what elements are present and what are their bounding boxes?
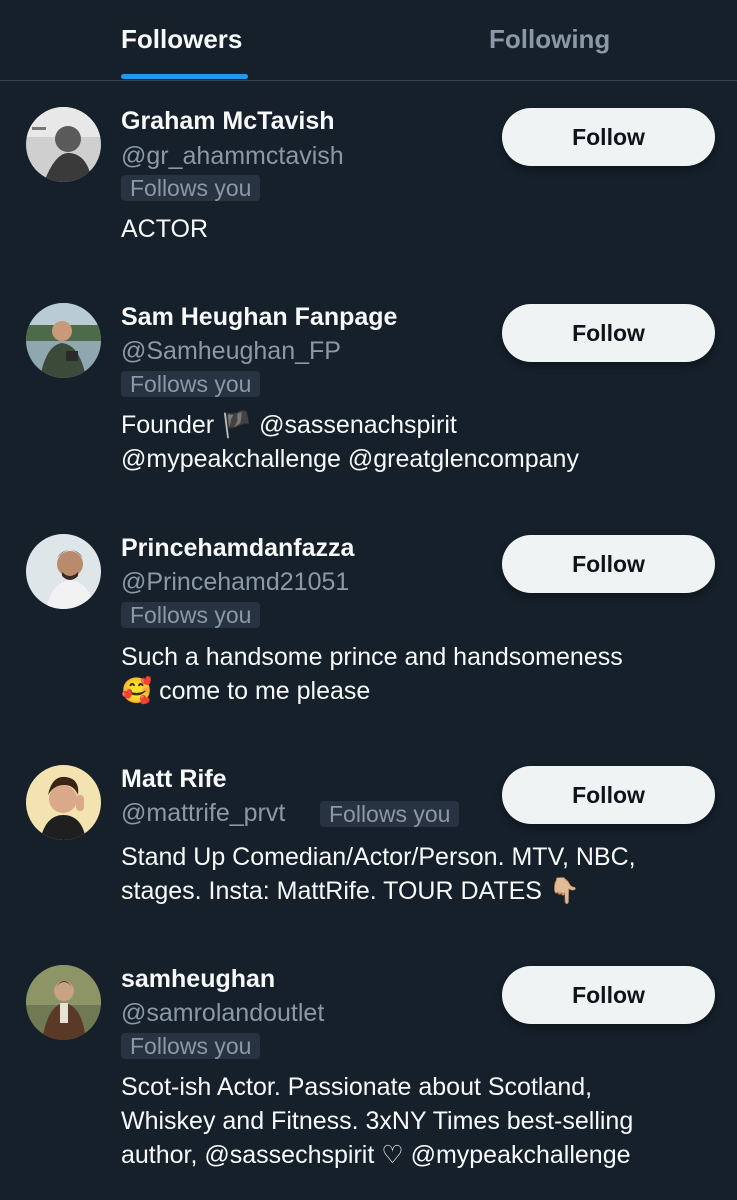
avatar[interactable] bbox=[26, 303, 101, 378]
bio-line: @mypeakchallenge @greatglencompany bbox=[121, 445, 579, 473]
user-name[interactable]: Princehamdanfazza bbox=[121, 534, 354, 563]
follows-you-badge: Follows you bbox=[121, 371, 261, 397]
avatar[interactable] bbox=[26, 107, 101, 182]
avatar[interactable] bbox=[26, 965, 101, 1040]
user-name[interactable]: samheughan bbox=[121, 965, 275, 994]
bio-line: Founder 🏴 @sassenachspirit bbox=[121, 411, 457, 439]
follows-you-badge: Follows you bbox=[121, 175, 261, 201]
avatar[interactable] bbox=[26, 534, 101, 609]
follow-button[interactable]: Follow bbox=[502, 108, 715, 166]
bio-line: ACTOR bbox=[121, 215, 209, 243]
active-tab-indicator bbox=[121, 74, 248, 79]
bio-line: Stand Up Comedian/Actor/Person. MTV, NBC… bbox=[121, 843, 636, 871]
bio-line: Whiskey and Fitness. 3xNY Times best-sel… bbox=[121, 1107, 634, 1135]
user-bio: Scot-ish Actor. Passionate about Scotlan… bbox=[121, 1070, 721, 1172]
tab-following[interactable]: Following bbox=[489, 24, 610, 55]
follow-button[interactable]: Follow bbox=[502, 304, 715, 362]
user-handle[interactable]: @Princehamd21051 bbox=[121, 568, 349, 597]
tab-bar: Followers Following bbox=[0, 0, 737, 81]
user-bio: Founder 🏴 @sassenachspirit @mypeakchalle… bbox=[121, 408, 721, 476]
follow-button[interactable]: Follow bbox=[502, 535, 715, 593]
bio-line: Scot-ish Actor. Passionate about Scotlan… bbox=[121, 1073, 593, 1101]
follows-you-badge: Follows you bbox=[121, 602, 261, 628]
user-handle[interactable]: @mattrife_prvt bbox=[121, 799, 285, 828]
user-handle[interactable]: @Samheughan_FP bbox=[121, 337, 341, 366]
tab-followers[interactable]: Followers bbox=[121, 24, 242, 55]
bio-line: author, @sassechspirit ♡ @mypeakchalleng… bbox=[121, 1141, 631, 1169]
user-name[interactable]: Matt Rife bbox=[121, 765, 227, 794]
bio-line: 🥰 come to me please bbox=[121, 677, 371, 705]
user-handle[interactable]: @gr_ahammctavish bbox=[121, 142, 344, 171]
avatar[interactable] bbox=[26, 765, 101, 840]
user-bio: Stand Up Comedian/Actor/Person. MTV, NBC… bbox=[121, 840, 721, 908]
user-bio: ACTOR bbox=[121, 212, 721, 246]
follow-button[interactable]: Follow bbox=[502, 766, 715, 824]
bio-line: stages. Insta: MattRife. TOUR DATES 👇🏼 bbox=[121, 877, 581, 905]
user-name[interactable]: Graham McTavish bbox=[121, 107, 335, 136]
follow-button[interactable]: Follow bbox=[502, 966, 715, 1024]
follows-you-badge: Follows you bbox=[121, 1033, 261, 1059]
user-name[interactable]: Sam Heughan Fanpage bbox=[121, 303, 397, 332]
follows-you-badge: Follows you bbox=[320, 801, 460, 827]
user-bio: Such a handsome prince and handsomeness … bbox=[121, 640, 721, 708]
user-handle[interactable]: @samrolandoutlet bbox=[121, 999, 324, 1028]
bio-line: Such a handsome prince and handsomeness bbox=[121, 643, 623, 671]
